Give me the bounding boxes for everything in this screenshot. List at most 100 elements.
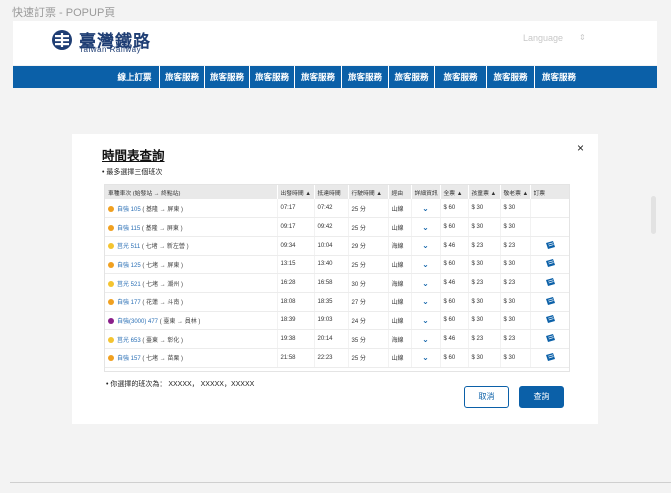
train-cell[interactable]: 莒光 521 ( 七堵 → 潮州 ) [105, 273, 278, 293]
details-chevron-down-icon[interactable]: ⌄ [411, 292, 441, 312]
col-header-full-fare[interactable]: 全票 ▲ [440, 185, 469, 199]
train-cell[interactable]: 自強(3000) 477 ( 臺東 → 員林 ) [105, 311, 278, 331]
cancel-button[interactable]: 取消 [464, 386, 509, 408]
departure-time: 13:15 [277, 255, 315, 275]
train-class-dot-icon [108, 355, 114, 362]
ticket-icon[interactable] [545, 240, 556, 249]
nav-item-passenger-service-1[interactable]: 旅客服務 [160, 66, 205, 88]
ticket-icon[interactable] [545, 296, 556, 305]
ticket-icon[interactable] [545, 352, 556, 361]
travel-duration: 29 分 [348, 236, 389, 256]
nav-item-passenger-service-7[interactable]: 旅客服務 [435, 66, 487, 88]
child-fare: $ 30 [468, 255, 501, 275]
nav-item-passenger-service-4[interactable]: 旅客服務 [295, 66, 342, 88]
senior-fare: $ 30 [500, 311, 531, 331]
col-header-details: 詳細資訊 [411, 185, 441, 199]
full-fare: $ 60 [440, 292, 469, 312]
nav-item-passenger-service-6[interactable]: 旅客服務 [389, 66, 435, 88]
col-header-train[interactable]: 車種車次 (始發站 → 終點站) [105, 185, 278, 199]
senior-fare: $ 23 [500, 273, 531, 293]
booking-cell[interactable] [530, 292, 569, 312]
train-route: ( 臺東 → 彰化 ) [142, 337, 184, 344]
train-link[interactable]: 自強 105 [117, 207, 141, 213]
details-chevron-down-icon[interactable]: ⌄ [411, 199, 441, 219]
full-fare: $ 60 [440, 255, 469, 275]
page-scrollbar[interactable] [651, 196, 656, 234]
details-chevron-down-icon[interactable]: ⌄ [411, 273, 441, 293]
ticket-icon[interactable] [545, 278, 556, 287]
senior-fare: $ 30 [500, 348, 531, 368]
train-link[interactable]: 莒光 521 [117, 282, 141, 288]
table-row[interactable]: 自強 125 ( 七堵 → 屏東 ) 13:15 13:40 25 分山線 ⌄ $ 60 $… [105, 255, 569, 275]
table-row[interactable]: 自強 177 ( 花蓮 → 斗南 ) 18:08 18:35 27 分山線 ⌄ $ 60 $… [105, 292, 569, 312]
train-cell[interactable]: 莒光 511 ( 七堵 → 新左營 ) [105, 236, 278, 256]
train-cell[interactable]: 自強 157 ( 七堵 → 苗栗 ) [105, 348, 278, 368]
train-link[interactable]: 自強 115 [117, 226, 140, 232]
details-chevron-down-icon[interactable]: ⌄ [411, 217, 441, 237]
travel-duration: 25 分 [348, 199, 389, 219]
train-link[interactable]: 自強 125 [117, 263, 141, 269]
table-row[interactable]: 自強 157 ( 七堵 → 苗栗 ) 21:58 22:23 25 分山線 ⌄ $ 60 $… [105, 348, 569, 368]
col-header-child-fare[interactable]: 孩童票 ▲ [468, 185, 501, 199]
train-cell[interactable]: 自強 177 ( 花蓮 → 斗南 ) [105, 292, 278, 312]
train-route: ( 七堵 → 新左營 ) [141, 244, 189, 251]
booking-cell[interactable] [530, 348, 569, 368]
details-chevron-down-icon[interactable]: ⌄ [411, 329, 441, 349]
details-chevron-down-icon[interactable]: ⌄ [411, 236, 441, 256]
train-link[interactable]: 自強(3000) 477 [117, 319, 158, 325]
travel-duration: 27 分 [348, 292, 389, 312]
language-select[interactable]: Language [523, 33, 563, 43]
train-cell[interactable]: 自強 105 ( 基隆 → 屏東 ) [105, 199, 278, 219]
booking-cell[interactable] [530, 236, 569, 256]
table-header-row: 車種車次 (始發站 → 終點站) 出發時間 ▲ 抵達時間 行駛時間 ▲ 經由 詳… [105, 185, 569, 199]
train-class-dot-icon [108, 243, 114, 250]
table-row[interactable]: 莒光 653 ( 臺東 → 彰化 ) 19:38 20:14 35 分海線 ⌄ $ 46 $… [105, 329, 569, 349]
booking-cell[interactable] [530, 311, 569, 331]
ticket-icon[interactable] [545, 315, 556, 324]
train-cell[interactable]: 自強 125 ( 七堵 → 屏東 ) [105, 255, 278, 275]
train-route: ( 花蓮 → 斗南 ) [142, 300, 184, 307]
departure-time: 21:58 [277, 348, 315, 368]
nav-item-passenger-service-3[interactable]: 旅客服務 [250, 66, 295, 88]
query-button[interactable]: 查詢 [519, 386, 564, 408]
route-via: 山線 [388, 311, 412, 331]
table-row[interactable]: 莒光 511 ( 七堵 → 新左營 ) 09:34 10:04 29 分海線 ⌄ $ 46… [105, 236, 569, 256]
booking-cell[interactable] [530, 255, 569, 275]
details-chevron-down-icon[interactable]: ⌄ [411, 311, 441, 331]
route-via: 山線 [388, 348, 412, 368]
nav-item-passenger-service-5[interactable]: 旅客服務 [342, 66, 389, 88]
timetable-table-container[interactable]: 車種車次 (始發站 → 終點站) 出發時間 ▲ 抵達時間 行駛時間 ▲ 經由 詳… [104, 184, 570, 372]
nav-item-passenger-service-9[interactable]: 旅客服務 [535, 66, 583, 88]
booking-cell[interactable] [530, 329, 569, 349]
booking-cell[interactable] [530, 199, 569, 219]
train-link[interactable]: 自強 177 [117, 300, 141, 306]
train-link[interactable]: 莒光 511 [117, 244, 140, 250]
booking-cell[interactable] [530, 273, 569, 293]
col-header-booking: 訂票 [530, 185, 569, 199]
footer-divider [10, 482, 671, 483]
travel-duration: 30 分 [348, 273, 389, 293]
train-cell[interactable]: 莒光 653 ( 臺東 → 彰化 ) [105, 329, 278, 349]
nav-item-passenger-service-2[interactable]: 旅客服務 [205, 66, 250, 88]
col-header-departure[interactable]: 出發時間 ▲ [277, 185, 315, 199]
col-header-duration[interactable]: 行駛時間 ▲ [348, 185, 389, 199]
details-chevron-down-icon[interactable]: ⌄ [411, 348, 441, 368]
train-link[interactable]: 自強 157 [117, 356, 141, 362]
arrival-time: 22:23 [314, 348, 349, 368]
child-fare: $ 30 [468, 311, 501, 331]
close-icon[interactable]: × [577, 141, 584, 155]
table-row[interactable]: 自強(3000) 477 ( 臺東 → 員林 ) 18:39 19:03 24 分山線… [105, 311, 569, 331]
details-chevron-down-icon[interactable]: ⌄ [411, 255, 441, 275]
train-link[interactable]: 莒光 653 [117, 338, 141, 344]
nav-item-passenger-service-8[interactable]: 旅客服務 [487, 66, 535, 88]
table-row[interactable]: 自強 115 ( 基隆 → 屏東 ) 09:17 09:42 25 分山線 ⌄ $ 60 $… [105, 217, 569, 237]
ticket-icon[interactable] [545, 259, 556, 268]
ticket-icon[interactable] [545, 334, 556, 343]
table-row[interactable]: 自強 105 ( 基隆 → 屏東 ) 07:17 07:42 25 分山線 ⌄ $ 60 $… [105, 199, 569, 219]
col-header-senior-fare[interactable]: 敬老票 ▲ [500, 185, 531, 199]
nav-item-online-booking[interactable]: 線上訂票 [110, 66, 160, 88]
table-row[interactable]: 莒光 521 ( 七堵 → 潮州 ) 16:28 16:58 30 分海線 ⌄ $ 46 $… [105, 273, 569, 293]
booking-cell[interactable] [530, 217, 569, 237]
senior-fare: $ 23 [500, 329, 531, 349]
train-cell[interactable]: 自強 115 ( 基隆 → 屏東 ) [105, 217, 278, 237]
